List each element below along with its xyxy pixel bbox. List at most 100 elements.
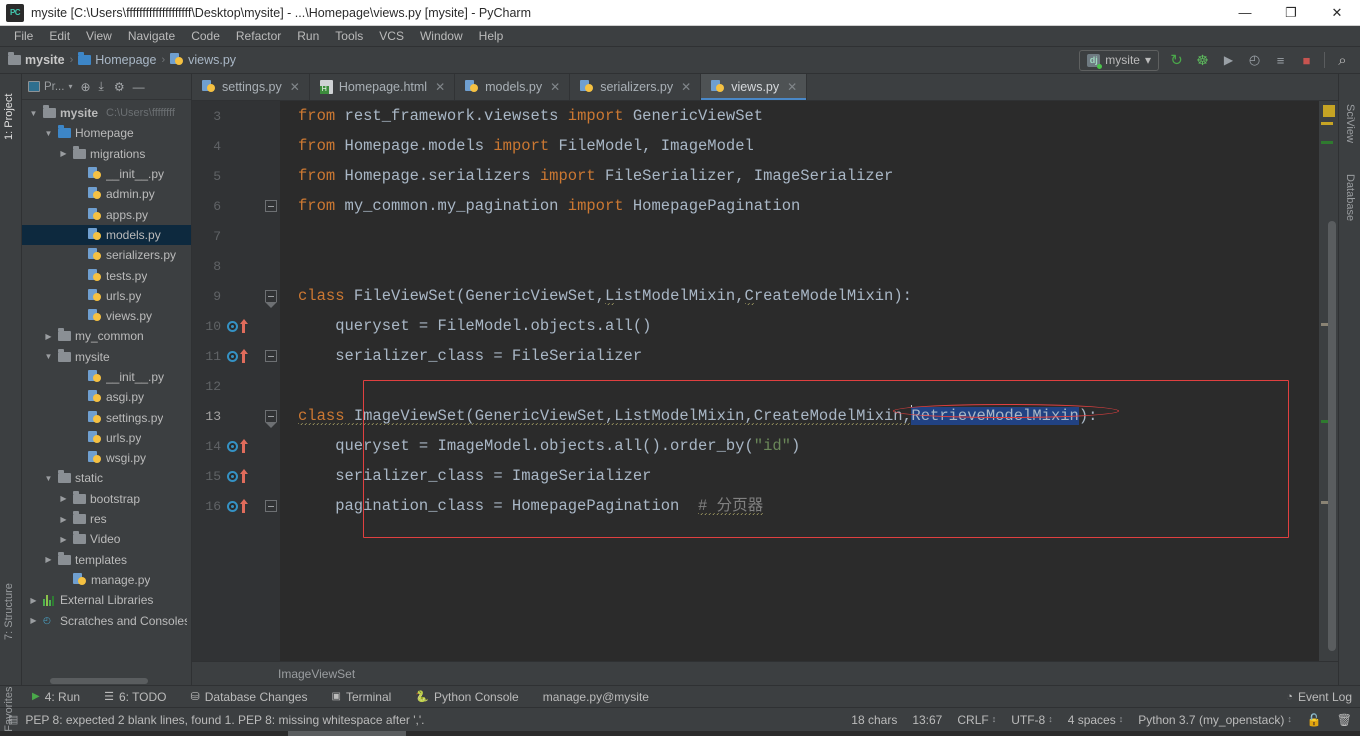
overridden-member-icon[interactable] [227,440,238,452]
overridden-member-icon[interactable] [227,470,238,482]
tree-item-scratches-and-consoles[interactable]: ▶ ◴ Scratches and Consoles [22,610,191,630]
expand-arrow-down-icon[interactable]: ▼ [43,474,54,483]
tree-item-my-common[interactable]: ▶ my_common [22,326,191,346]
tree-item-models-py[interactable]: models.py [22,224,191,246]
implementing-method-arrow-icon[interactable] [239,439,248,453]
selected-token[interactable]: RetrieveModelMixin [911,407,1079,425]
search-everywhere-icon[interactable]: ⌕ [1334,52,1351,69]
tree-item--init-py[interactable]: __init__.py [22,367,191,387]
tab-serializers-py[interactable]: serializers.py ✕ [570,74,702,100]
hide-panel-icon[interactable]: — [133,80,145,94]
gutter-line-15[interactable]: 15 [192,461,280,491]
menu-item-code[interactable]: Code [183,27,228,45]
menu-item-window[interactable]: Window [412,27,471,45]
gutter-line-8[interactable]: 8 [192,251,280,281]
tool-window-manage-py[interactable]: manage.py@mysite [531,690,661,704]
menu-item-run[interactable]: Run [289,27,327,45]
tool-window-run[interactable]: ▶ 4: Run [20,690,92,704]
project-panel-title[interactable]: Pr... ▾ [28,81,72,93]
expand-arrow-right-icon[interactable]: ▶ [43,555,54,564]
debug-icon[interactable]: ☸ [1194,52,1211,69]
tree-item-mysite[interactable]: ▼ mysite [22,347,191,367]
menu-item-navigate[interactable]: Navigate [120,27,183,45]
expand-arrow-right-icon[interactable]: ▶ [58,515,69,524]
expand-arrow-down-icon[interactable]: ▼ [43,352,54,361]
tree-item-urls-py[interactable]: urls.py [22,286,191,306]
implementing-method-arrow-icon[interactable] [239,499,248,513]
menu-item-view[interactable]: View [78,27,120,45]
menu-item-help[interactable]: Help [471,27,512,45]
gutter-line-9[interactable]: 9 [192,281,280,311]
sidebar-item-favorites[interactable]: 2: Favorites [3,687,15,736]
gutter-line-16[interactable]: 16 [192,491,280,521]
overridden-member-icon[interactable] [227,320,238,332]
breadcrumb-viewspy[interactable]: views.py [170,53,236,67]
status-encoding[interactable]: UTF-8 ↕ [1011,713,1053,727]
run-configuration-selector[interactable]: dj mysite ▾ [1079,49,1159,71]
run-manage-task-icon[interactable]: ≡ [1272,52,1289,69]
tree-item-templates[interactable]: ▶ templates [22,550,191,570]
gutter-line-10[interactable]: 10 [192,311,280,341]
code-folding-minus-icon[interactable] [265,200,277,212]
tree-item-views-py[interactable]: views.py [22,306,191,326]
gutter-line-14[interactable]: 14 [192,431,280,461]
update-project-icon[interactable]: ↻ [1168,52,1185,69]
expand-arrow-right-icon[interactable]: ▶ [28,596,39,605]
tab-models-py[interactable]: models.py ✕ [455,74,571,100]
close-button[interactable]: ✕ [1314,0,1360,26]
tree-item-mysite[interactable]: ▼ mysite C:\Users\ffffffff [22,103,191,123]
tree-item-urls-py[interactable]: urls.py [22,428,191,448]
tab-homepage-html[interactable]: Homepage.html ✕ [309,74,456,100]
project-tree[interactable]: ▼ mysite C:\Users\ffffffff ▼ Homepage ▶ migrat… [22,100,191,676]
tree-item-res[interactable]: ▶ res [22,509,191,529]
editor-marker-bar[interactable] [1319,101,1338,661]
gutter-line-6[interactable]: 6 [192,191,280,221]
menu-item-edit[interactable]: Edit [41,27,78,45]
trash-icon[interactable]: 🗑 [1337,713,1352,727]
tree-item-homepage[interactable]: ▼ Homepage [22,123,191,143]
tree-item-tests-py[interactable]: tests.py [22,265,191,285]
status-interpreter[interactable]: Python 3.7 (my_openstack) ↕ [1138,713,1292,727]
implementing-method-arrow-icon[interactable] [239,349,248,363]
editor-gutter[interactable]: 3 4 5 6 7 8 9 10 11 12 13 14 15 16 [192,101,280,661]
gutter-line-4[interactable]: 4 [192,131,280,161]
breadcrumb-homepage[interactable]: Homepage [78,52,156,67]
expand-arrow-right-icon[interactable]: ▶ [58,149,69,158]
overridden-member-icon[interactable] [227,350,238,362]
gutter-line-12[interactable]: 12 [192,371,280,401]
implementing-method-arrow-icon[interactable] [239,469,248,483]
close-icon[interactable]: ✕ [435,80,445,94]
code-folding-arrowdown-icon[interactable] [265,290,277,308]
tree-item-video[interactable]: ▶ Video [22,529,191,549]
tree-item--init-py[interactable]: __init__.py [22,164,191,184]
status-indent[interactable]: 4 spaces ↕ [1068,713,1124,727]
status-line-separator[interactable]: CRLF ↕ [957,713,996,727]
sidebar-item-database[interactable]: Database [1344,174,1356,221]
tab-views-py[interactable]: views.py ✕ [701,74,808,100]
gutter-line-5[interactable]: 5 [192,161,280,191]
expand-arrow-down-icon[interactable]: ▼ [28,109,39,118]
menu-item-file[interactable]: File [6,27,41,45]
close-icon[interactable]: ✕ [681,80,691,94]
tab-settings-py[interactable]: settings.py ✕ [192,74,310,100]
gutter-line-13[interactable]: 13 [192,401,280,431]
locate-icon[interactable]: ⊕ [80,80,90,94]
code-folding-minus-icon[interactable] [265,350,277,362]
gutter-line-7[interactable]: 7 [192,221,280,251]
code-area[interactable]: from rest_framework.viewsets import Gene… [280,101,1319,661]
tree-item-wsgi-py[interactable]: wsgi.py [22,448,191,468]
menu-item-refactor[interactable]: Refactor [228,27,289,45]
minimize-button[interactable]: — [1222,0,1268,26]
close-icon[interactable]: ✕ [290,80,300,94]
lock-icon[interactable]: 🔓 [1307,713,1322,727]
tool-window-terminal[interactable]: ▣ Terminal [319,690,403,704]
tree-item-apps-py[interactable]: apps.py [22,204,191,224]
expand-arrow-right-icon[interactable]: ▶ [28,616,39,625]
tree-item-manage-py[interactable]: manage.py [22,570,191,590]
tree-item-admin-py[interactable]: admin.py [22,184,191,204]
run-icon[interactable]: ▶ [1220,52,1237,69]
close-icon[interactable]: ✕ [550,80,560,94]
code-folding-minus-icon[interactable] [265,500,277,512]
tree-item-asgi-py[interactable]: asgi.py [22,387,191,407]
tool-window-todo[interactable]: ☰ 6: TODO [92,690,178,704]
